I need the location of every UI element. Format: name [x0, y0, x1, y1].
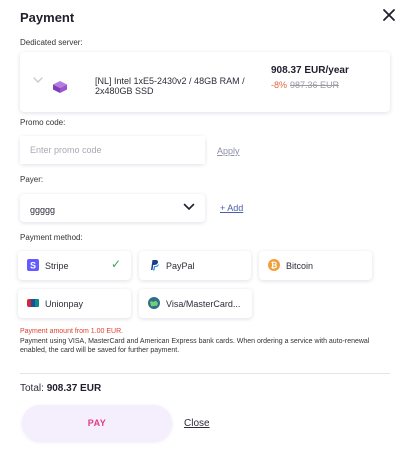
- globe-card-icon: [148, 297, 160, 309]
- apply-promo-link[interactable]: Apply: [217, 146, 240, 156]
- payer-label: Payer:: [20, 175, 44, 184]
- svg-text:S: S: [30, 261, 36, 271]
- paypal-icon: [151, 260, 159, 271]
- payment-option-label: Bitcoin: [286, 261, 314, 271]
- close-icon[interactable]: [380, 6, 398, 24]
- server-name: [NL] Intel 1xE5-2430v2 / 48GB RAM / 2x48…: [95, 76, 245, 96]
- chevron-down-icon[interactable]: [183, 203, 195, 211]
- promo-label: Promo code:: [20, 118, 66, 127]
- dialog-title: Payment: [20, 10, 75, 25]
- server-price: 908.37 EUR/year: [271, 65, 349, 76]
- payer-value: ggggg: [30, 205, 56, 215]
- discount-badge: -8%: [271, 80, 288, 90]
- payment-option-unionpay[interactable]: Unionpay: [18, 289, 131, 318]
- pay-button[interactable]: PAY: [22, 405, 172, 441]
- total-label: Total:: [20, 383, 44, 394]
- close-link[interactable]: Close: [184, 418, 210, 429]
- server-section-label: Dedicated server:: [20, 38, 83, 47]
- payment-option-label: PayPal: [166, 261, 195, 271]
- payment-option-label: Visa/MasterCard...: [166, 299, 241, 309]
- server-icon: [53, 81, 67, 93]
- unionpay-icon: [27, 299, 39, 307]
- stripe-icon: S: [27, 259, 39, 271]
- payment-note: Payment using VISA, MasterCard and Ameri…: [20, 338, 370, 354]
- add-payer-link[interactable]: + Add: [220, 203, 243, 213]
- svg-text:₿: ₿: [271, 261, 278, 270]
- payment-option-bitcoin[interactable]: ₿ Bitcoin: [259, 251, 372, 280]
- chevron-down-icon[interactable]: [33, 77, 43, 84]
- payment-option-label: Stripe: [45, 261, 69, 271]
- total-value: 908.37 EUR: [46, 383, 102, 394]
- promo-code-input[interactable]: [20, 136, 205, 164]
- bitcoin-icon: ₿: [268, 259, 280, 271]
- payment-option-paypal[interactable]: PayPal: [139, 251, 251, 280]
- old-price: 987.36 EUR: [290, 80, 340, 90]
- payment-option-label: Unionpay: [45, 299, 84, 309]
- payment-option-stripe[interactable]: S Stripe ✓: [18, 251, 131, 280]
- payment-minimum-warning: Payment amount from 1.00 EUR.: [20, 328, 124, 335]
- check-icon: ✓: [110, 257, 121, 271]
- divider: [20, 373, 390, 374]
- payment-option-visa-mastercard[interactable]: Visa/MasterCard...: [139, 289, 252, 318]
- payment-method-label: Payment method:: [20, 233, 83, 242]
- total-row: Total: 908.37 EUR: [20, 383, 101, 394]
